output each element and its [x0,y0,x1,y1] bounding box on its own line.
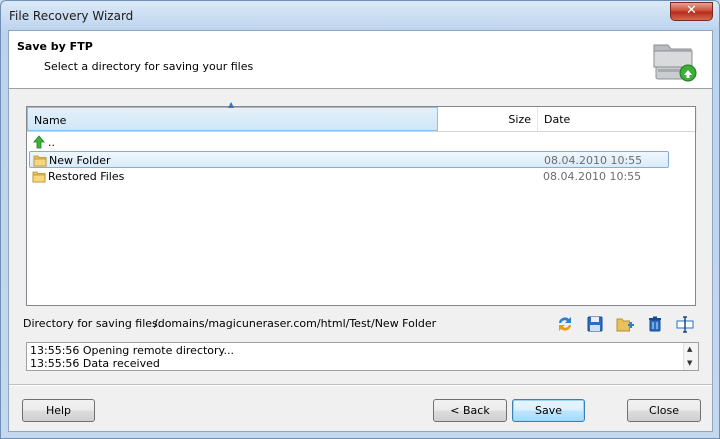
help-button[interactable]: Help [22,399,95,422]
list-item-date: 08.04.2010 10:55 [543,170,642,183]
column-header-name-label: Name [34,114,67,127]
footer-divider [9,384,712,386]
wizard-client-area: Save by FTP Select a directory for savin… [8,30,713,432]
list-item-restored-files[interactable]: Restored Files 08.04.2010 10:55 [29,168,669,185]
column-header-row: ▲ Name Size Date [27,100,697,132]
log-line: 13:55:56 Data received [30,357,160,370]
directory-path-value: /domains/magicuneraser.com/html/Test/New… [154,317,437,330]
window-title: File Recovery Wizard [9,9,134,23]
back-button[interactable]: < Back [433,399,507,422]
up-arrow-icon [33,135,45,149]
rename-icon[interactable] [675,314,695,334]
title-bar: File Recovery Wizard ✕ [1,1,719,31]
sort-ascending-icon: ▲ [228,100,235,109]
list-item-new-folder[interactable]: New Folder 08.04.2010 10:55 [29,151,669,168]
list-item-date: 08.04.2010 10:55 [544,154,643,167]
column-header-name[interactable]: ▲ Name [27,100,438,131]
window-close-button[interactable]: ✕ [670,2,713,21]
list-item-name: New Folder [49,154,111,167]
scroll-down-icon[interactable]: ▼ [687,359,692,367]
scroll-up-icon[interactable]: ▲ [687,345,692,353]
list-item-name: Restored Files [48,170,125,183]
refresh-icon[interactable] [555,314,575,334]
directory-label: Directory for saving files: [23,317,162,330]
folder-icon [32,171,46,183]
remote-file-list[interactable]: ▲ Name Size Date .. New Folder 08.04.201… [26,100,697,306]
close-button[interactable]: Close [627,399,701,422]
column-header-size[interactable]: Size [438,107,538,131]
new-folder-icon[interactable] [615,314,635,334]
save-button[interactable]: Save [512,399,585,422]
folder-icon [33,155,47,167]
list-item-parent-dir[interactable]: .. [29,134,669,151]
save-disk-icon[interactable] [585,314,605,334]
log-panel[interactable]: 13:55:56 Opening remote directory... 13:… [26,342,699,371]
page-subtitle: Select a directory for saving your files [44,60,254,73]
log-line: 13:55:56 Opening remote directory... [30,344,234,357]
wizard-header: Save by FTP Select a directory for savin… [9,31,712,89]
list-item-name: .. [48,136,55,149]
file-recovery-wizard-window: File Recovery Wizard ✕ Save by FTP Selec… [0,0,720,439]
column-header-date[interactable]: Date [538,107,697,131]
page-title: Save by FTP [17,40,93,53]
delete-icon[interactable] [645,314,665,334]
log-scrollbar[interactable]: ▲ ▼ [683,343,698,370]
ftp-server-folder-icon [653,44,697,82]
